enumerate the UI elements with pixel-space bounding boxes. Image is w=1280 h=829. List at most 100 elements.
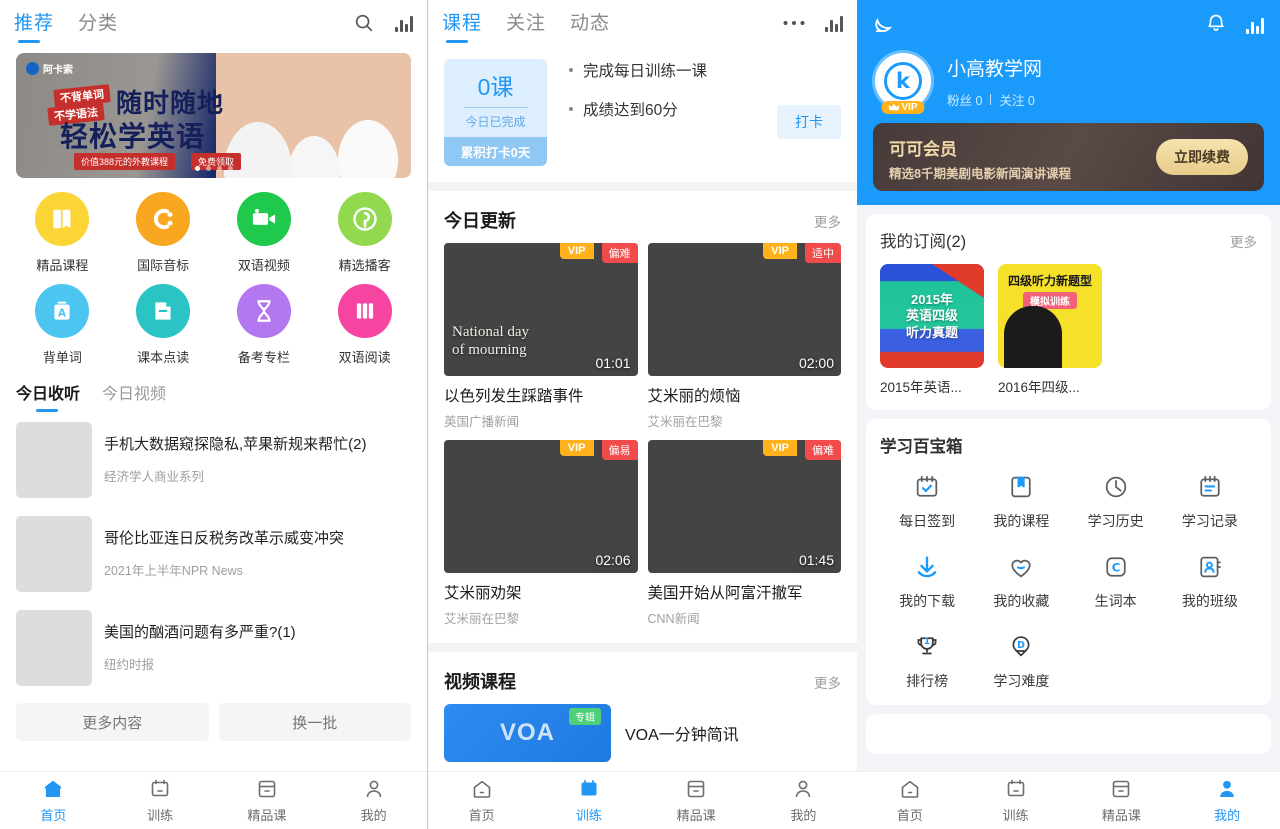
- user-icon: [796, 780, 811, 798]
- tool-history[interactable]: 学习历史: [1069, 473, 1163, 531]
- vip-promo-card[interactable]: 可可会员 精选8千期美剧电影新闻演讲课程 立即续费: [873, 123, 1264, 191]
- list-item[interactable]: 美国的酗酒问题有多严重?(1) 纽约时报: [16, 601, 411, 695]
- nav-label: 精品课: [1101, 808, 1141, 823]
- search-icon[interactable]: [351, 10, 377, 36]
- moon-icon[interactable]: [873, 10, 899, 41]
- quick-entry-reading[interactable]: 双语阅读: [314, 284, 415, 366]
- tool-records[interactable]: 学习记录: [1163, 473, 1257, 531]
- following-count[interactable]: 关注 0: [999, 90, 1034, 109]
- quick-entry-textbook[interactable]: 课本点读: [113, 284, 214, 366]
- nav-training[interactable]: 训练: [107, 777, 214, 824]
- bar-chart-icon[interactable]: [395, 15, 413, 32]
- tool-difficulty[interactable]: D 学习难度: [974, 633, 1068, 691]
- tab-category[interactable]: 分类: [78, 8, 118, 45]
- tab-feed[interactable]: 动态: [570, 8, 610, 45]
- next-card-placeholder: [866, 714, 1271, 754]
- list-item[interactable]: 手机大数据窥探隐私,苹果新规来帮忙(2) 经济学人商业系列: [16, 413, 411, 507]
- promo-banner[interactable]: 阿卡索 不背单词 不学语法 随时随地 轻松学英语 价值388元的外教课程 免费领…: [16, 53, 411, 178]
- notes-icon: [1200, 475, 1220, 497]
- tab-follow[interactable]: 关注: [506, 8, 546, 45]
- tab-recommend-label: 推荐: [14, 13, 55, 34]
- list-item-source: 2021年上半年NPR News: [104, 563, 243, 578]
- quick-entry-phonetic[interactable]: 国际音标: [113, 192, 214, 274]
- more-link[interactable]: 更多: [814, 211, 841, 231]
- list-item-title: 手机大数据窥探隐私,苹果新规来帮忙(2): [104, 436, 367, 454]
- nav-home[interactable]: 首页: [428, 777, 535, 824]
- svg-text:A: A: [58, 307, 66, 319]
- followers-count[interactable]: 粉丝 0: [947, 90, 982, 109]
- refresh-batch-button[interactable]: 换一批: [218, 703, 411, 741]
- tool-downloads[interactable]: 我的下载: [880, 553, 974, 611]
- video-thumbnail: VIP 偏易 02:06: [444, 440, 638, 573]
- renew-button[interactable]: 立即续费: [1156, 139, 1248, 175]
- nav-course[interactable]: 精品课: [643, 777, 750, 824]
- video-source: 英国广播新闻: [444, 415, 520, 429]
- video-duration: 02:00: [798, 355, 834, 371]
- checkin-button[interactable]: 打卡: [777, 105, 841, 139]
- tool-my-class[interactable]: 我的班级: [1163, 553, 1257, 611]
- nav-home[interactable]: 首页: [857, 777, 963, 824]
- more-content-button[interactable]: 更多内容: [16, 703, 209, 741]
- video-card[interactable]: VIP 偏难 01:45 美国开始从阿富汗撤军 CNN新闻: [647, 440, 841, 627]
- tool-leaderboard[interactable]: 1 排行榜: [880, 633, 974, 691]
- bar-chart-icon[interactable]: [1246, 17, 1264, 34]
- banner-pagination-dots[interactable]: [194, 166, 233, 171]
- nav-training[interactable]: 训练: [535, 777, 642, 824]
- tool-label: 我的下载: [899, 593, 956, 609]
- nav-course[interactable]: 精品课: [1069, 777, 1175, 824]
- nav-training[interactable]: 训练: [963, 777, 1069, 824]
- more-link[interactable]: 更多: [814, 672, 841, 692]
- subtab-today-listen[interactable]: 今日收听: [16, 380, 80, 413]
- list-item-title: 美国的酗酒问题有多严重?(1): [104, 624, 296, 642]
- tool-daily-checkin[interactable]: 每日签到: [880, 473, 974, 531]
- tool-wordbook[interactable]: C 生词本: [1069, 553, 1163, 611]
- profile-identity[interactable]: k VIP 小高教学网 粉丝 0 关注 0: [857, 41, 1280, 114]
- more-link[interactable]: 更多: [1230, 231, 1257, 251]
- c-square-icon: C: [1106, 557, 1126, 577]
- subscription-item[interactable]: 四级听力新题型 模拟训练 2016年四级...: [998, 264, 1102, 396]
- video-duration: 02:06: [595, 552, 631, 568]
- training-icon: [581, 780, 597, 796]
- nav-home[interactable]: 首页: [0, 777, 107, 824]
- video-duration: 01:45: [798, 552, 834, 568]
- tool-favorites[interactable]: 我的收藏: [974, 553, 1068, 611]
- quick-entry-words[interactable]: A 背单词: [12, 284, 113, 366]
- tab-recommend[interactable]: 推荐: [14, 8, 54, 45]
- nav-mine[interactable]: 我的: [320, 777, 427, 824]
- quick-entry-podcast[interactable]: 精选播客: [314, 192, 415, 274]
- nav-course[interactable]: 精品课: [214, 777, 321, 824]
- difficulty-badge: 偏易: [601, 440, 638, 460]
- nav-mine[interactable]: 我的: [750, 777, 857, 824]
- video-card[interactable]: VIP 偏易 02:06 艾米丽劝架 艾米丽在巴黎: [444, 440, 638, 627]
- section-title: 今日更新: [444, 211, 516, 231]
- subtab-today-video[interactable]: 今日视频: [102, 380, 166, 413]
- panel-home: 推荐 分类 阿卡索 不背单词 不学语法 随时随地 轻松学英语 价值388元的外教…: [0, 0, 427, 829]
- video-source: 艾米丽在巴黎: [647, 415, 723, 429]
- tab-course[interactable]: 课程: [442, 8, 482, 45]
- banner-people-photo: [216, 53, 411, 178]
- checkin-counter: 0课 今日已完成 累积打卡0天: [444, 59, 547, 166]
- quick-entry-label: 双语阅读: [338, 350, 391, 365]
- goal-label: 完成每日训练一课: [583, 63, 708, 80]
- video-card[interactable]: VIP 适中 02:00 艾米丽的烦恼 艾米丽在巴黎: [647, 243, 841, 430]
- quick-entry-exam[interactable]: 备考专栏: [214, 284, 315, 366]
- quick-entry-video[interactable]: 双语视频: [214, 192, 315, 274]
- list-item[interactable]: 哥伦比亚连日反税务改革示威变冲突 2021年上半年NPR News: [16, 507, 411, 601]
- podcast-icon: [337, 192, 392, 246]
- list-item-source: 纽约时报: [104, 657, 155, 672]
- list-item-thumbnail: [16, 422, 92, 498]
- course-row[interactable]: VOA 专辑 VOA一分钟简讯: [428, 704, 857, 762]
- avatar[interactable]: k VIP: [875, 53, 931, 114]
- video-card[interactable]: VIP 偏难 National day of mourning 01:01 以色列…: [444, 243, 638, 430]
- tool-my-courses[interactable]: 我的课程: [974, 473, 1068, 531]
- bar-chart-icon[interactable]: [825, 15, 843, 32]
- nav-mine[interactable]: 我的: [1174, 777, 1280, 824]
- quick-entry-grid: 精品课程 国际音标 双语视频 精选播客 A 背单词 课本点读 备考专栏 双语阅读: [0, 178, 427, 370]
- more-dots-icon[interactable]: [781, 10, 807, 36]
- quick-entry-jingpin[interactable]: 精品课程: [12, 192, 113, 274]
- download-icon: [917, 556, 937, 578]
- vip-subtitle: 精选8千期美剧电影新闻演讲课程: [889, 167, 1071, 181]
- video-thumbnail: VIP 偏难 01:45: [647, 440, 841, 573]
- bell-icon[interactable]: [1204, 11, 1228, 40]
- subscription-item[interactable]: 2015年 英语四级 听力真题 2015年英语...: [880, 264, 984, 396]
